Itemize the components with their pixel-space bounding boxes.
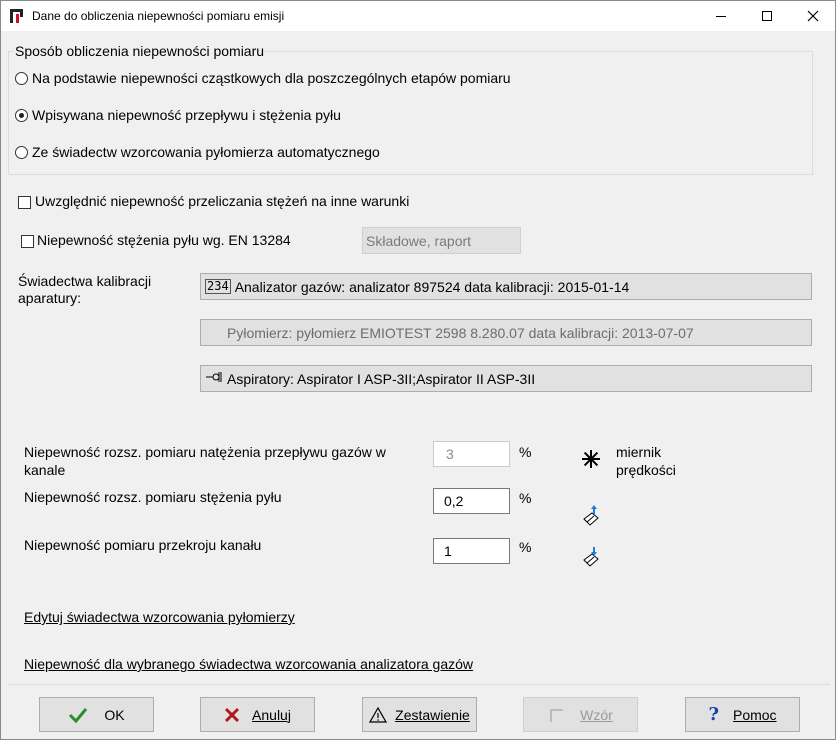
minimize-button[interactable] [698, 1, 744, 31]
eraser-up-icon[interactable] [582, 505, 602, 530]
close-icon [807, 10, 819, 22]
dust-uncertainty-label: Niepewność rozsz. pomiaru stężenia pyłu [24, 489, 282, 505]
help-button[interactable]: ? Pomoc [685, 697, 800, 732]
digits-234-icon: 234 [205, 279, 231, 294]
conversion-checkbox[interactable] [18, 196, 31, 209]
footer-separator [8, 684, 830, 685]
title-bar: Dane do obliczenia niepewności pomiaru e… [1, 1, 835, 31]
edit-certificates-link[interactable]: Edytuj świadectwa wzorcowania pyłomierzy [24, 609, 295, 625]
dust-meter-label: Pyłomierz: pyłomierz EMIOTEST 2598 8.280… [227, 324, 694, 341]
pattern-button[interactable]: Wzór [523, 697, 638, 732]
section-uncertainty-label: Niepewność pomiaru przekroju kanału [24, 537, 262, 553]
aspirators-label: Aspiratory: Aspirator I ASP-3II;Aspirato… [227, 370, 536, 387]
flow-uncertainty-input[interactable]: 3 [433, 441, 510, 467]
maximize-button[interactable] [744, 1, 790, 31]
aspirators-button[interactable]: Aspiratory: Aspirator I ASP-3II;Aspirato… [200, 365, 812, 392]
radio-partial-uncertainties-label[interactable]: Na podstawie niepewności cząstkowych dla… [32, 70, 511, 86]
section-unit-label: % [519, 539, 532, 555]
cancel-button-label: Anuluj [252, 706, 291, 723]
analyzer-uncertainty-link[interactable]: Niepewność dla wybranego świadectwa wzor… [24, 656, 473, 672]
maximize-icon [762, 11, 772, 21]
flow-unit-label: % [519, 444, 532, 460]
warning-icon [369, 706, 388, 723]
dust-unit-label: % [519, 490, 532, 506]
dust-meter-button[interactable]: Pyłomierz: pyłomierz EMIOTEST 2598 8.280… [200, 319, 812, 346]
help-button-label: Pomoc [732, 706, 777, 723]
radio-entered-uncertainty-label[interactable]: Wpisywana niepewność przepływu i stężeni… [32, 107, 341, 123]
radio-partial-uncertainties[interactable] [15, 72, 28, 85]
pattern-icon [550, 708, 564, 722]
en13284-checkbox-label[interactable]: Niepewność stężenia pyłu wg. EN 13284 [37, 232, 291, 248]
summary-button[interactable]: Zestawienie [362, 697, 477, 732]
gas-analyzer-label: Analizator gazów: analizator 897524 data… [234, 278, 630, 295]
radio-calibration-certificates[interactable] [15, 146, 28, 159]
speed-meter-label: miernik prędkości [616, 444, 676, 478]
radio-calibration-certificates-label[interactable]: Ze świadectw wzorcowania pyłomierza auto… [32, 144, 380, 160]
gas-analyzer-button[interactable]: 234 Analizator gazów: analizator 897524 … [200, 273, 812, 300]
components-report-button[interactable]: Składowe, raport [362, 227, 521, 254]
conversion-checkbox-label[interactable]: Uwzględnić niepewność przeliczania stęże… [35, 193, 409, 209]
summary-button-label: Zestawienie [395, 706, 470, 723]
method-group-title: Sposób obliczenia niepewności pomiaru [14, 43, 266, 59]
radio-entered-uncertainty[interactable] [15, 109, 28, 122]
fan-icon[interactable] [581, 449, 601, 472]
close-button[interactable] [790, 1, 836, 31]
flow-uncertainty-label: Niepewność rozsz. pomiaru natężenia prze… [24, 444, 386, 478]
calibration-label: Świadectwa kalibracji aparatury: [18, 273, 152, 306]
section-uncertainty-input[interactable]: 1 [433, 538, 510, 564]
app-logo-icon [9, 8, 25, 24]
ok-button[interactable]: OK [39, 697, 154, 732]
cancel-button[interactable]: Anuluj [200, 697, 315, 732]
minimize-icon [716, 16, 726, 17]
help-icon: ? [708, 704, 719, 725]
dialog-window: Dane do obliczenia niepewności pomiaru e… [0, 0, 836, 740]
x-icon [224, 707, 240, 722]
pump-icon [205, 370, 223, 387]
eraser-down-icon[interactable] [582, 546, 602, 571]
check-icon [69, 707, 88, 723]
dust-uncertainty-input[interactable]: 0,2 [433, 488, 510, 514]
en13284-checkbox[interactable] [21, 235, 34, 248]
ok-button-label: OK [104, 706, 125, 723]
pattern-button-label: Wzór [580, 706, 613, 723]
window-title: Dane do obliczenia niepewności pomiaru e… [32, 9, 285, 23]
